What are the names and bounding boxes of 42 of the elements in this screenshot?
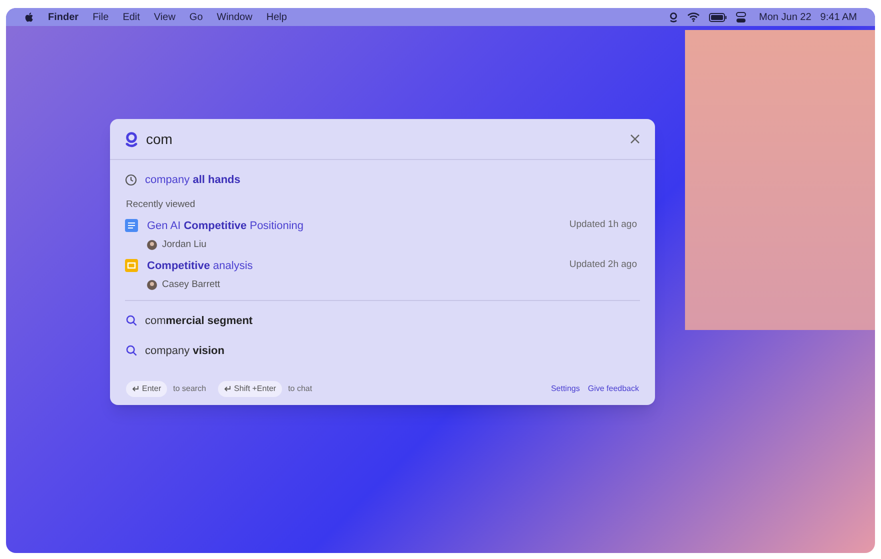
menu-item[interactable]: Window <box>216 10 252 24</box>
footer-link[interactable]: Settings <box>550 383 580 395</box>
document-title[interactable]: Competitive analysis <box>147 258 253 274</box>
section-heading: Recently viewed <box>125 198 196 212</box>
avatar-icon <box>147 240 157 250</box>
return-icon <box>224 386 232 392</box>
clock-icon <box>125 174 137 186</box>
footer-link[interactable]: Give feedback <box>588 383 639 395</box>
document-owner: Jordan Liu <box>162 238 206 252</box>
menu-item[interactable]: Finder <box>48 10 79 24</box>
updated-time: Updated 1h ago <box>569 218 637 232</box>
search-suggestion[interactable]: commercial segment <box>145 312 253 329</box>
document-title[interactable]: Gen AI Competitive Positioning <box>147 218 304 235</box>
avatar-icon <box>147 280 157 290</box>
menu-item[interactable]: File <box>92 10 109 24</box>
menu-item[interactable]: View <box>154 10 176 24</box>
search-icon <box>126 315 137 326</box>
search-field[interactable]: com <box>146 128 630 150</box>
menu-bar-date[interactable]: Mon Jun 22 <box>759 10 812 24</box>
menu-item[interactable]: Edit <box>122 10 140 24</box>
control-center-icon[interactable] <box>736 12 746 22</box>
battery-icon[interactable] <box>709 12 728 22</box>
menu-item[interactable]: Go <box>189 10 203 24</box>
search-icon <box>126 345 137 356</box>
wifi-icon[interactable] <box>687 12 700 22</box>
return-icon <box>132 386 139 392</box>
close-icon[interactable] <box>630 134 640 144</box>
key-hint: Enter <box>126 381 168 397</box>
key-hint: Shift +Enter <box>218 381 282 397</box>
recent-search-item[interactable]: company all hands <box>145 172 240 188</box>
logo-icon[interactable] <box>669 12 678 22</box>
document-owner: Casey Barrett <box>162 278 220 292</box>
logo-icon <box>125 130 138 148</box>
document-icon <box>125 219 138 232</box>
updated-time: Updated 2h ago <box>569 258 637 272</box>
slides-icon <box>125 259 138 272</box>
search-suggestion[interactable]: company vision <box>145 342 224 359</box>
menu-bar-time[interactable]: 9:41 AM <box>820 10 857 24</box>
shortcut-hint: to search <box>173 383 206 395</box>
apple-icon[interactable] <box>24 12 34 22</box>
shortcut-hint: to chat <box>288 383 312 395</box>
menu-item[interactable]: Help <box>266 10 287 24</box>
